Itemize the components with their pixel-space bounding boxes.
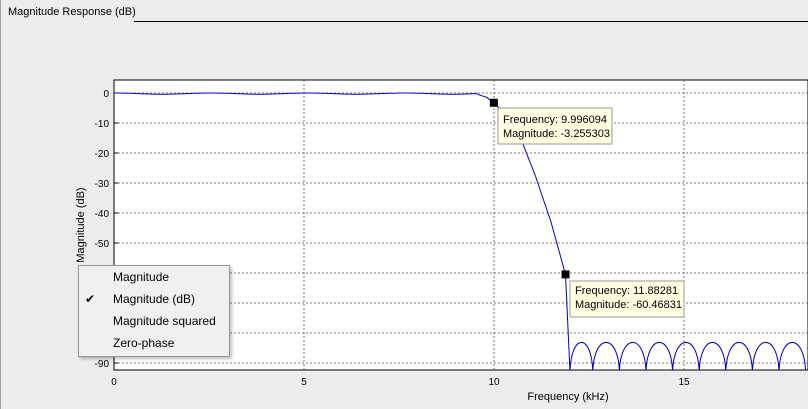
menu-item-label: Zero-phase (113, 336, 175, 350)
menu-item-label: Magnitude (dB) (113, 292, 196, 306)
data-tip-1-magnitude: Magnitude: -3.255303 (503, 128, 610, 140)
data-tip-2-magnitude: Magnitude: -60.46831 (575, 299, 682, 311)
x-tick-label: 10 (488, 377, 500, 388)
x-tick-label: 0 (111, 377, 117, 388)
menu-item-magnitude-squared[interactable]: Magnitude squared (79, 310, 229, 332)
y-tick-label: -30 (95, 179, 110, 190)
x-tick-label: 5 (301, 377, 307, 388)
y-tick-label: -40 (95, 209, 110, 220)
menu-item-magnitude[interactable]: Magnitude (79, 266, 229, 288)
menu-item-label: Magnitude squared (113, 314, 216, 328)
data-tip-1-marker[interactable] (489, 98, 498, 107)
x-tick-label: 15 (678, 377, 690, 388)
menu-item-zero-phase[interactable]: Zero-phase (79, 332, 229, 354)
y-tick-label: -50 (95, 239, 110, 250)
x-axis-label: Frequency (kHz) (527, 391, 608, 403)
check-icon: ✔ (84, 292, 96, 306)
y-axis-label: Magnitude (dB) (75, 187, 87, 262)
data-tip-2-marker[interactable] (561, 270, 570, 279)
menu-item-magnitude-db[interactable]: ✔ Magnitude (dB) (79, 288, 229, 310)
y-tick-label: -90 (95, 359, 110, 370)
data-tip-2-frequency: Frequency: 11.88281 (575, 285, 678, 297)
data-tip-1-frequency: Frequency: 9.996094 (503, 114, 607, 126)
y-tick-label: -10 (95, 119, 110, 130)
menu-item-label: Magnitude (113, 270, 170, 284)
y-tick-label: 0 (103, 89, 109, 100)
y-tick-label: -20 (95, 149, 110, 160)
context-menu: Magnitude ✔ Magnitude (dB) Magnitude squ… (78, 265, 230, 357)
x-tick-labels: 0 5 10 15 (111, 377, 690, 388)
